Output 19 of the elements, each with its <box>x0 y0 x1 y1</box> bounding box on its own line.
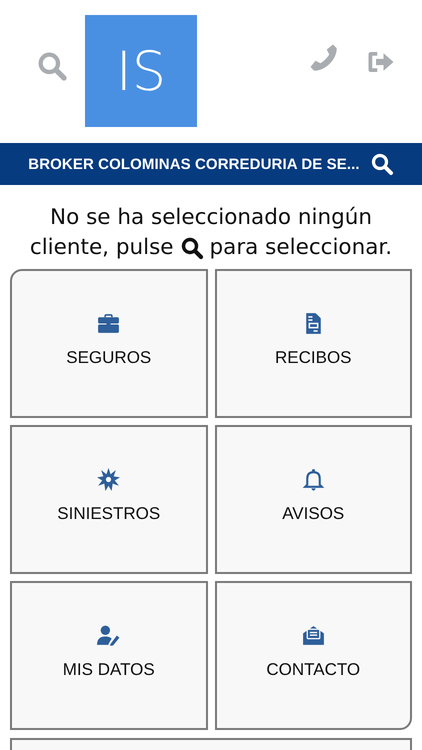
logo: IS <box>85 15 197 127</box>
search-icon <box>180 236 204 260</box>
menu-tile[interactable]: SEGUROS <box>10 269 208 418</box>
menu-tile[interactable]: RECIBOS <box>214 269 412 418</box>
client-bar[interactable]: BROKER COLOMINAS CORREDURIA DE SE... <box>0 143 422 185</box>
client-name: BROKER COLOMINAS CORREDURIA DE SE... <box>28 156 360 172</box>
user-edit-icon <box>96 623 122 648</box>
menu-tile[interactable]: AVISOS <box>214 425 412 574</box>
phone-icon[interactable] <box>308 42 338 72</box>
burst-icon <box>96 467 122 492</box>
briefcase-icon <box>96 311 122 336</box>
bell-icon <box>300 467 326 492</box>
menu-tile[interactable]: MIS DATOS <box>10 581 208 730</box>
message-text: No se ha seleccionado ningún <box>50 204 372 232</box>
message-text: para seleccionar. <box>210 234 392 262</box>
search-icon[interactable] <box>370 152 394 176</box>
menu-tile[interactable]: SINIESTROS <box>10 425 208 574</box>
menu-tile[interactable]: CONTACTO <box>214 581 412 730</box>
message-text: cliente, pulse <box>30 234 174 262</box>
